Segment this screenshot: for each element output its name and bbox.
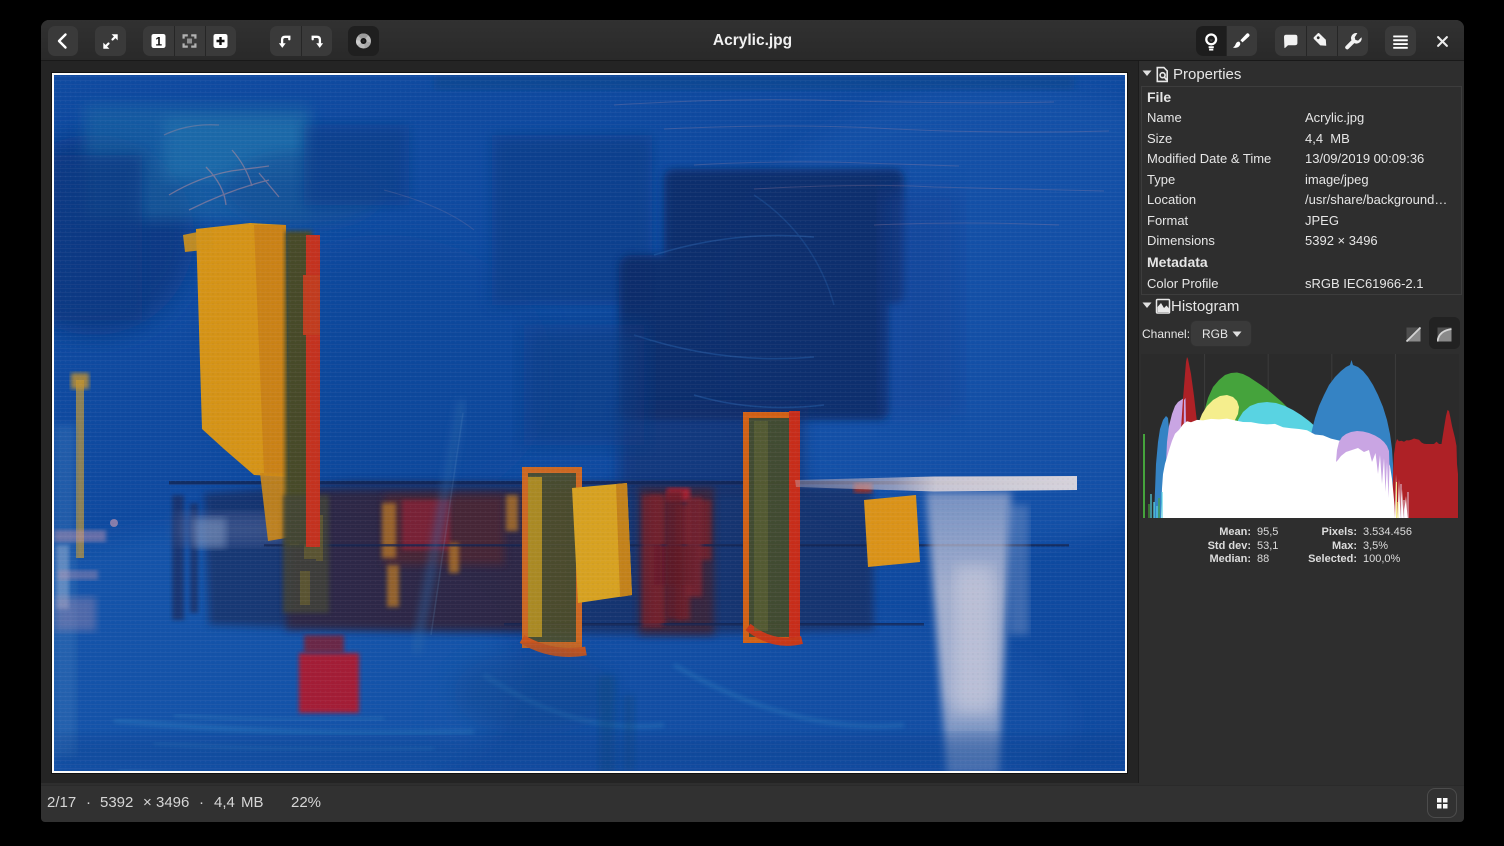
svg-text:1: 1 — [155, 35, 162, 49]
